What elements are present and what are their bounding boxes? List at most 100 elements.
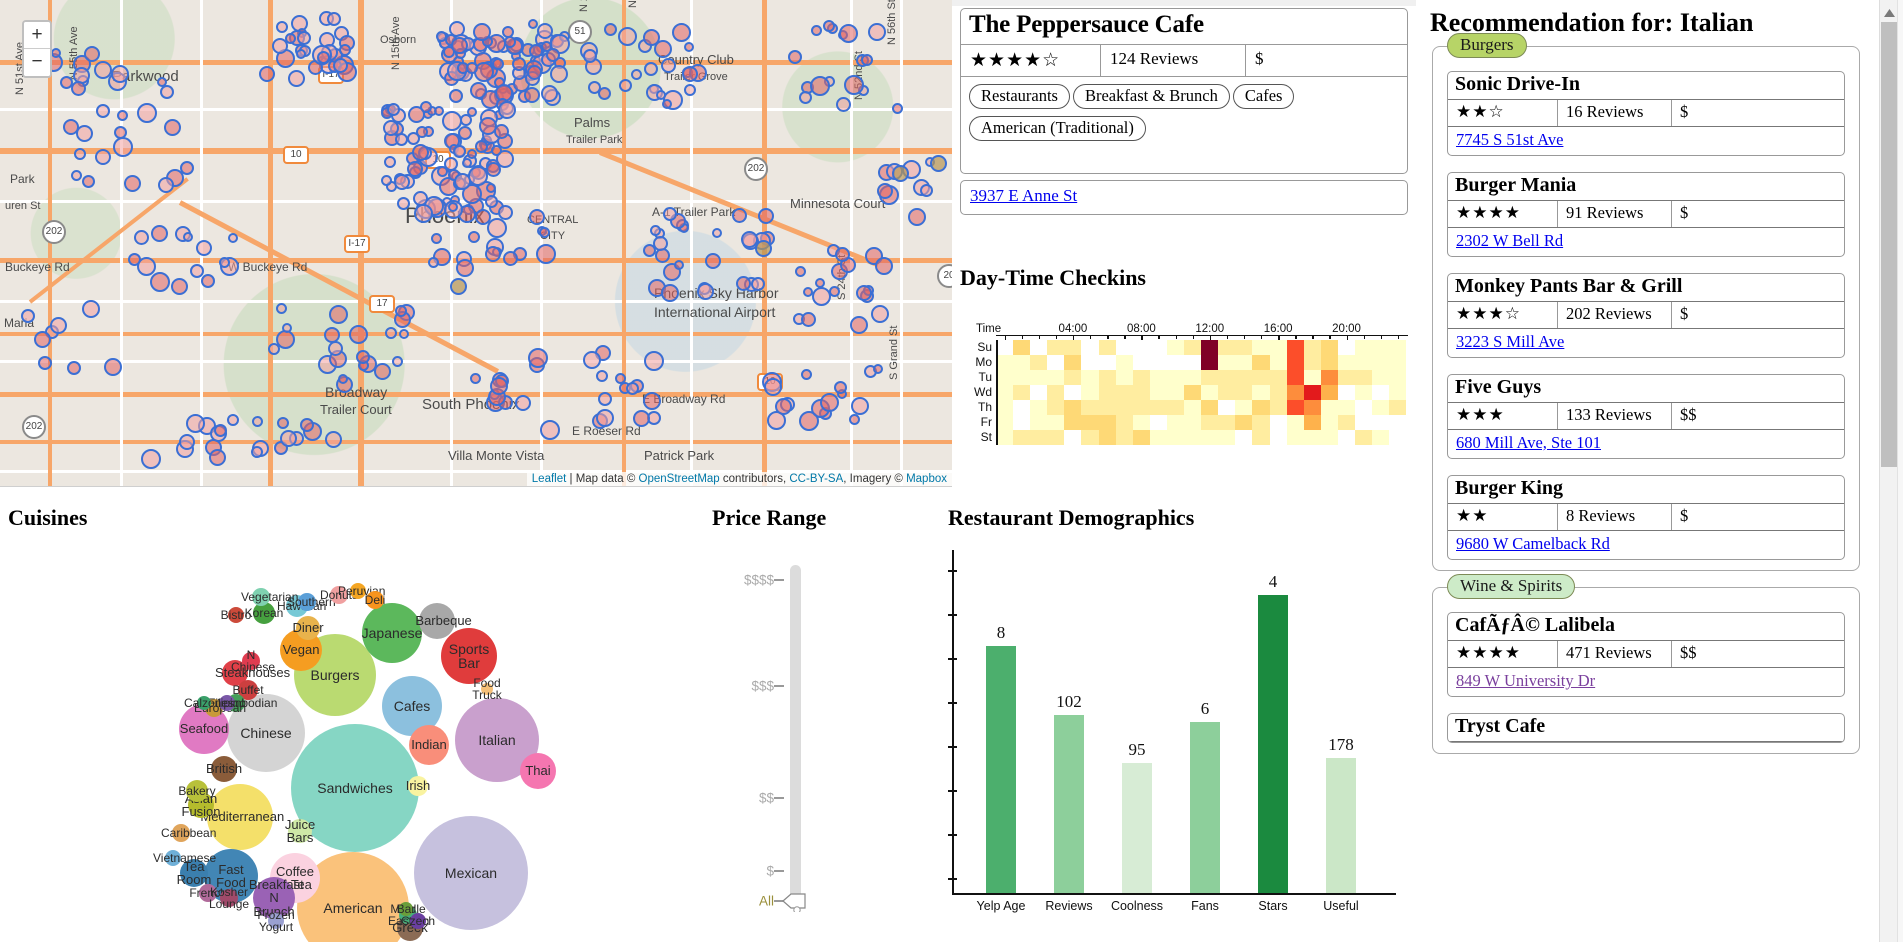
heatmap-cell[interactable] bbox=[1354, 415, 1373, 430]
heatmap-cell[interactable] bbox=[1081, 400, 1099, 415]
heatmap-cell[interactable] bbox=[1132, 370, 1150, 385]
heatmap-cell[interactable] bbox=[1372, 430, 1390, 445]
map-marker[interactable] bbox=[300, 417, 315, 432]
heatmap-cell[interactable] bbox=[1115, 370, 1133, 385]
map-marker[interactable] bbox=[595, 409, 614, 428]
heatmap-cell[interactable] bbox=[1098, 340, 1116, 355]
map-marker[interactable] bbox=[860, 54, 873, 66]
map-marker[interactable] bbox=[597, 391, 612, 406]
map-marker[interactable] bbox=[467, 230, 480, 243]
cuisine-bubble[interactable]: Calzones bbox=[184, 696, 234, 710]
map-marker[interactable] bbox=[801, 368, 812, 380]
map-marker[interactable] bbox=[391, 355, 403, 367]
map-marker[interactable] bbox=[683, 41, 694, 52]
cuisine-bubble[interactable]: Irish bbox=[406, 776, 430, 796]
heatmap-cell[interactable] bbox=[1337, 400, 1355, 415]
heatmap-cell[interactable] bbox=[1303, 340, 1321, 355]
map-marker[interactable] bbox=[67, 360, 82, 375]
cuisine-bubble[interactable]: Frozen Yogurt bbox=[257, 909, 294, 934]
business-address-link[interactable]: 3937 E Anne St bbox=[970, 186, 1077, 205]
map-marker[interactable] bbox=[757, 208, 774, 225]
cuisine-bubble[interactable]: Tea Room bbox=[177, 859, 211, 887]
heatmap-cell[interactable] bbox=[1269, 400, 1287, 415]
heatmap-cell[interactable] bbox=[1235, 415, 1253, 430]
recommendation-address-link[interactable]: 9680 W Camelback Rd bbox=[1456, 534, 1610, 553]
heatmap-cell[interactable] bbox=[1235, 340, 1253, 355]
map-marker[interactable] bbox=[642, 29, 660, 47]
cuisine-bubble[interactable]: French bbox=[189, 884, 227, 902]
heatmap-cell[interactable] bbox=[1337, 370, 1355, 385]
map-marker[interactable] bbox=[619, 78, 633, 92]
cuisine-bubble[interactable]: Indian bbox=[409, 725, 449, 765]
heatmap-cell[interactable] bbox=[1166, 400, 1185, 415]
map-marker[interactable] bbox=[82, 299, 100, 318]
map-marker[interactable] bbox=[603, 22, 617, 36]
bar-column[interactable]: 8 bbox=[986, 623, 1016, 893]
map-marker[interactable] bbox=[614, 372, 626, 384]
map-marker[interactable] bbox=[682, 65, 699, 82]
heatmap-cell[interactable] bbox=[1166, 370, 1185, 385]
map-marker[interactable] bbox=[96, 103, 110, 118]
heatmap-cell[interactable] bbox=[1047, 340, 1065, 355]
map-marker[interactable] bbox=[828, 285, 840, 297]
map-marker[interactable] bbox=[276, 20, 289, 33]
business-tag[interactable]: Restaurants bbox=[969, 84, 1070, 109]
map-marker[interactable] bbox=[583, 48, 598, 63]
heatmap-cell[interactable] bbox=[1149, 385, 1167, 400]
map-marker[interactable] bbox=[337, 373, 348, 384]
recommendation-card[interactable]: Burger King ★★ 8 Reviews $9680 W Camelback … bbox=[1447, 475, 1845, 560]
heatmap-cell[interactable] bbox=[1184, 340, 1202, 355]
heatmap-cell[interactable] bbox=[1286, 400, 1304, 415]
heatmap-cell[interactable] bbox=[1047, 355, 1065, 370]
heatmap-cell[interactable] bbox=[1337, 355, 1355, 370]
price-tick-label[interactable]: $$ bbox=[759, 791, 774, 806]
checkins-heatmap[interactable]: Time 04:00 08:00 12:00 16:00 20:00 Su Mo Tu Wd Th… bbox=[960, 319, 1408, 459]
heatmap-cell[interactable] bbox=[1389, 400, 1407, 415]
heatmap-cell[interactable] bbox=[1320, 430, 1338, 445]
recommendation-address-link[interactable]: 7745 S 51st Ave bbox=[1456, 130, 1563, 149]
cuisine-bubble[interactable]: Mediterranean bbox=[200, 784, 284, 850]
heatmap-cell[interactable] bbox=[1081, 415, 1099, 430]
leaflet-link[interactable]: Leaflet bbox=[532, 473, 567, 485]
map-marker[interactable] bbox=[855, 284, 872, 301]
map-marker[interactable] bbox=[774, 397, 792, 415]
map-marker[interactable] bbox=[127, 252, 141, 266]
heatmap-cell[interactable] bbox=[1132, 355, 1150, 370]
map-marker[interactable] bbox=[160, 84, 175, 99]
heatmap-cell[interactable] bbox=[1269, 370, 1287, 385]
map-marker[interactable] bbox=[33, 330, 51, 348]
recommendation-group-label[interactable]: Wine & Spirits bbox=[1447, 574, 1576, 599]
heatmap-cell[interactable] bbox=[1098, 400, 1116, 415]
heatmap-cell[interactable] bbox=[1098, 355, 1116, 370]
heatmap-cell[interactable] bbox=[1132, 430, 1150, 445]
heatmap-cell[interactable] bbox=[1372, 415, 1390, 430]
heatmap-cell[interactable] bbox=[1184, 370, 1202, 385]
heatmap-cell[interactable] bbox=[1030, 430, 1048, 445]
mapbox-link[interactable]: Mapbox bbox=[906, 473, 947, 485]
heatmap-cell[interactable] bbox=[1372, 385, 1390, 400]
heatmap-cell[interactable] bbox=[1064, 430, 1082, 445]
heatmap-cell[interactable] bbox=[1218, 385, 1236, 400]
bar-column[interactable]: 102 bbox=[1054, 692, 1084, 893]
map-marker[interactable] bbox=[870, 304, 889, 323]
heatmap-cell[interactable] bbox=[1166, 415, 1185, 430]
map-marker[interactable] bbox=[503, 36, 516, 49]
bar-column[interactable]: 4 bbox=[1258, 572, 1288, 893]
map-marker[interactable] bbox=[349, 324, 368, 344]
heatmap-cell[interactable] bbox=[1013, 370, 1031, 385]
map-marker[interactable] bbox=[478, 116, 497, 135]
cuisine-bubble[interactable]: Deli bbox=[365, 591, 385, 609]
map-marker[interactable] bbox=[582, 350, 601, 369]
map-marker[interactable] bbox=[684, 83, 697, 96]
heatmap-cell[interactable] bbox=[1098, 370, 1116, 385]
map-marker[interactable] bbox=[163, 118, 181, 136]
recommendation-card[interactable]: Tryst Cafe bbox=[1447, 713, 1845, 743]
heatmap-cell[interactable] bbox=[996, 355, 1014, 370]
cuisine-bubble[interactable]: Caribbean bbox=[161, 824, 216, 842]
map-marker[interactable] bbox=[327, 11, 341, 26]
heatmap-cell[interactable] bbox=[1064, 370, 1082, 385]
zoom-in-button[interactable]: + bbox=[24, 22, 50, 49]
map-marker[interactable] bbox=[74, 148, 86, 160]
cuisines-bubble-chart[interactable]: Sandwiches American Mexican Burgers Italian C… bbox=[8, 543, 708, 942]
recommendation-card[interactable]: Burger Mania ★★★★ 91 Reviews $2302 W Bell R… bbox=[1447, 172, 1845, 257]
